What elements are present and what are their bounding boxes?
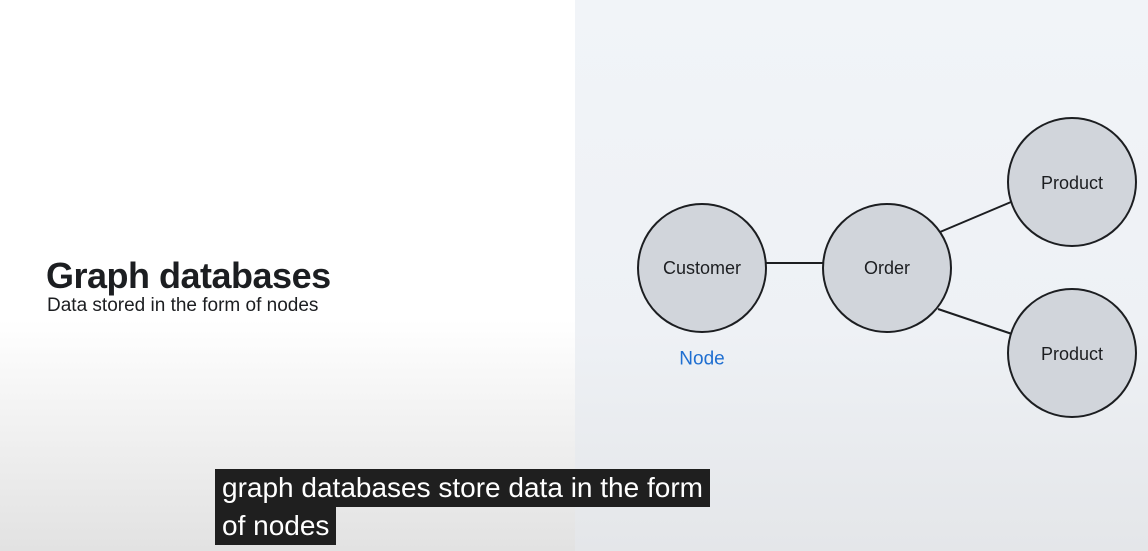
node-customer: Customer xyxy=(637,203,767,333)
video-caption: graph databases store data in the form o… xyxy=(215,469,775,545)
caption-line-1: graph databases store data in the form xyxy=(215,469,710,507)
legend-node-label: Node xyxy=(679,349,724,370)
node-label-customer: Customer xyxy=(663,258,741,278)
caption-line-2: of nodes xyxy=(215,507,337,545)
node-order: Order xyxy=(822,203,952,333)
node-label-product-bottom: Product xyxy=(1041,344,1103,364)
node-label-order: Order xyxy=(864,258,910,278)
node-product-bottom: Product xyxy=(1007,288,1137,418)
node-product-top: Product xyxy=(1007,117,1137,247)
node-label-product-top: Product xyxy=(1041,173,1103,193)
video-frame: Graph databases Data stored in the form … xyxy=(0,0,1148,551)
edge-order-product-top xyxy=(939,201,1012,233)
edge-order-product-bottom xyxy=(937,308,1013,335)
